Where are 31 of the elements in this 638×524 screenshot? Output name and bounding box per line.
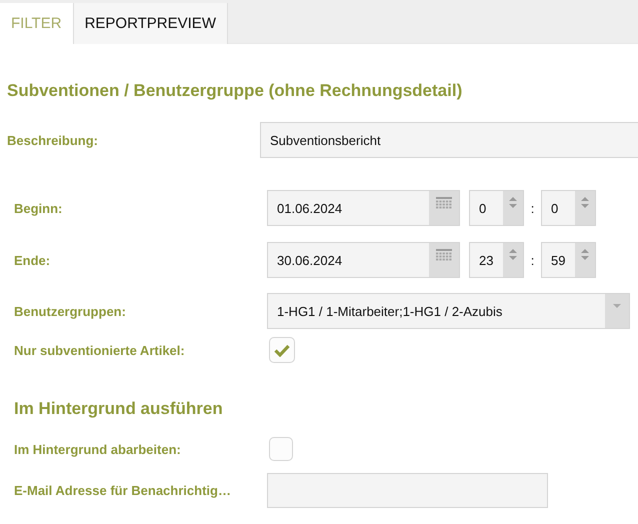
field-label: Beginn:	[14, 200, 64, 216]
calendar-icon[interactable]	[436, 249, 452, 261]
checkbox[interactable]	[269, 337, 295, 363]
field-label: E-Mail Adresse für Benachrichtig…	[14, 483, 232, 498]
field-label: Nur subventionierte Artikel:	[14, 342, 186, 358]
spinner-arrows-icon[interactable]	[580, 248, 590, 262]
date-field[interactable]: 30.06.2024	[267, 242, 460, 278]
field-label: Ende:	[14, 252, 52, 268]
caret-icon[interactable]	[612, 303, 622, 309]
checkbox[interactable]	[269, 437, 293, 461]
section-heading: Im Hintergrund ausführen	[13, 399, 224, 419]
text-field[interactable]	[267, 473, 548, 508]
colon-separator: :	[530, 252, 536, 268]
number-spinner[interactable]: 59	[541, 242, 596, 278]
number-spinner[interactable]: 0	[541, 190, 596, 226]
field-label: Beschreibung:	[7, 132, 100, 148]
field-label: Benutzergruppen:	[14, 304, 127, 318]
text-field[interactable]: Subventionsbericht	[260, 122, 638, 158]
date-field[interactable]: 01.06.2024	[267, 190, 460, 226]
tab[interactable]: REPORTPREVIEW	[74, 3, 228, 44]
colon-separator: :	[530, 200, 536, 216]
form-title: Subventionen / Benutzergruppe (ohne Rechnungsdetail)	[6, 80, 464, 101]
number-spinner[interactable]: 23	[469, 242, 524, 278]
field-label: Im Hintergrund abarbeiten:	[14, 442, 182, 456]
spinner-arrows-icon[interactable]	[580, 196, 590, 210]
number-spinner[interactable]: 0	[469, 190, 524, 226]
check-icon	[274, 344, 290, 356]
calendar-icon[interactable]	[436, 197, 452, 209]
spinner-arrows-icon[interactable]	[508, 248, 518, 262]
dropdown[interactable]: 1-HG1 / 1-Mitarbeiter;1-HG1 / 2-Azubis	[267, 293, 630, 329]
spinner-arrows-icon[interactable]	[508, 196, 518, 210]
